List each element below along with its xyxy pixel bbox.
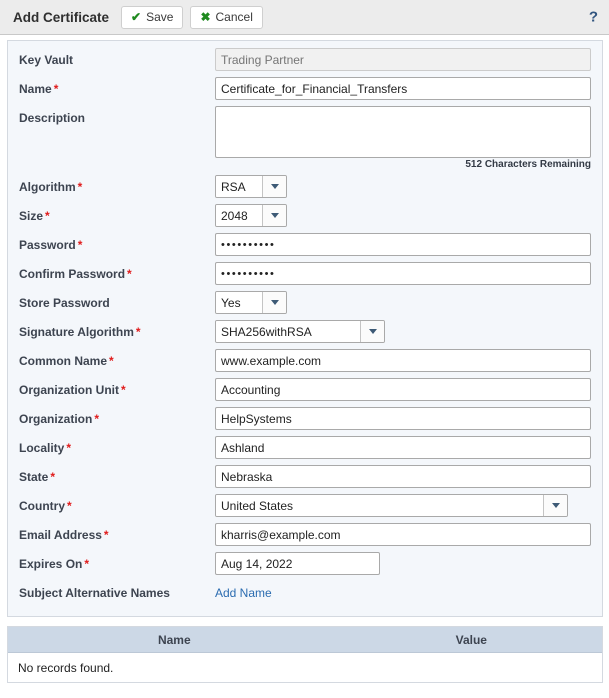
- required-marker: *: [103, 528, 109, 542]
- required-marker: *: [109, 354, 114, 368]
- email-address-label: Email Address *: [19, 528, 109, 542]
- field-row-store-password: Store Password Yes: [8, 291, 602, 315]
- required-marker: *: [135, 325, 141, 339]
- table-row: No records found.: [8, 652, 602, 682]
- state-input[interactable]: [215, 465, 591, 488]
- required-marker: *: [121, 383, 126, 397]
- locality-input[interactable]: [215, 436, 591, 459]
- required-marker: *: [67, 499, 72, 513]
- size-label: Size *: [19, 209, 50, 223]
- name-input[interactable]: [215, 77, 591, 100]
- required-marker: *: [66, 441, 72, 455]
- field-row-confirm-password: Confirm Password *: [8, 262, 602, 286]
- email-address-input[interactable]: [215, 523, 591, 546]
- cancel-button-label: Cancel: [215, 10, 253, 24]
- password-input[interactable]: [215, 233, 591, 256]
- add-name-link[interactable]: Add Name: [215, 581, 272, 600]
- required-marker: *: [77, 180, 83, 194]
- field-row-expires-on: Expires On *: [8, 552, 602, 576]
- password-label: Password *: [19, 238, 83, 252]
- algorithm-select[interactable]: RSA: [215, 175, 287, 198]
- required-marker: *: [127, 267, 132, 281]
- cancel-button[interactable]: ✖ Cancel: [190, 5, 263, 29]
- field-row-description: Description 512 Characters Remaining: [8, 106, 602, 170]
- subject-alternative-names-label: Subject Alternative Names: [19, 586, 170, 600]
- expires-on-label: Expires On *: [19, 557, 90, 571]
- certificate-form: Key Vault Name* Description 512 Characte…: [7, 40, 603, 617]
- expires-on-input[interactable]: [215, 552, 380, 575]
- required-marker: *: [45, 209, 50, 223]
- description-textarea[interactable]: [215, 106, 591, 158]
- store-password-select[interactable]: Yes: [215, 291, 287, 314]
- page-title: Add Certificate: [13, 9, 110, 25]
- common-name-label: Common Name *: [19, 354, 114, 368]
- field-row-subject-alternative-names: Subject Alternative Names Add Name: [8, 581, 602, 605]
- required-marker: *: [84, 557, 90, 571]
- x-icon: ✖: [200, 10, 211, 24]
- save-button-label: Save: [146, 10, 174, 24]
- store-password-select-value: Yes: [216, 292, 264, 313]
- table-header-row: Name Value: [8, 627, 602, 653]
- key-vault-input: [215, 48, 591, 71]
- store-password-label: Store Password: [19, 296, 110, 310]
- toolbar: Add Certificate ✔ Save ✖ Cancel ?: [0, 0, 609, 35]
- required-marker: *: [50, 470, 56, 484]
- chevron-down-icon[interactable]: [361, 321, 384, 342]
- confirm-password-input[interactable]: [215, 262, 591, 285]
- common-name-input[interactable]: [215, 349, 591, 372]
- field-row-email-address: Email Address *: [8, 523, 602, 547]
- save-button[interactable]: ✔ Save: [121, 5, 184, 29]
- state-label: State *: [19, 470, 56, 484]
- country-label: Country *: [19, 499, 72, 513]
- organization-unit-input[interactable]: [215, 378, 591, 401]
- signature-algorithm-select-value: SHA256withRSA: [216, 321, 362, 342]
- organization-label: Organization *: [19, 412, 100, 426]
- confirm-password-label: Confirm Password *: [19, 267, 132, 281]
- algorithm-select-value: RSA: [216, 176, 264, 197]
- field-row-common-name: Common Name *: [8, 349, 602, 373]
- organization-unit-label: Organization Unit *: [19, 383, 126, 397]
- field-row-organization-unit: Organization Unit *: [8, 378, 602, 402]
- subject-alternative-names-table: Name Value No records found.: [7, 626, 603, 683]
- field-row-key-vault: Key Vault: [8, 48, 602, 72]
- chevron-down-icon[interactable]: [263, 176, 286, 197]
- description-char-counter: 512 Characters Remaining: [465, 159, 591, 170]
- column-header-name[interactable]: Name: [8, 627, 341, 653]
- help-icon[interactable]: ?: [589, 10, 598, 25]
- signature-algorithm-label: Signature Algorithm *: [19, 325, 141, 339]
- field-row-locality: Locality *: [8, 436, 602, 460]
- algorithm-label: Algorithm *: [19, 180, 83, 194]
- column-header-value[interactable]: Value: [340, 627, 602, 653]
- country-select[interactable]: United States: [215, 494, 568, 517]
- signature-algorithm-select[interactable]: SHA256withRSA: [215, 320, 385, 343]
- field-row-algorithm: Algorithm * RSA: [8, 175, 602, 199]
- required-marker: *: [53, 82, 59, 96]
- size-select-value: 2048: [216, 205, 264, 226]
- country-select-value: United States: [216, 495, 545, 516]
- required-marker: *: [77, 238, 83, 252]
- size-select[interactable]: 2048: [215, 204, 287, 227]
- field-row-signature-algorithm: Signature Algorithm * SHA256withRSA: [8, 320, 602, 344]
- check-icon: ✔: [131, 10, 142, 24]
- chevron-down-icon[interactable]: [263, 292, 286, 313]
- description-label: Description: [19, 111, 86, 125]
- field-row-password: Password *: [8, 233, 602, 257]
- field-row-organization: Organization *: [8, 407, 602, 431]
- empty-message: No records found.: [8, 652, 602, 682]
- field-row-name: Name *: [8, 77, 602, 101]
- key-vault-label: Key Vault: [19, 53, 74, 67]
- chevron-down-icon[interactable]: [263, 205, 286, 226]
- required-marker: *: [94, 412, 100, 426]
- name-label: Name *: [19, 82, 59, 96]
- field-row-country: Country * United States: [8, 494, 602, 518]
- field-row-size: Size * 2048: [8, 204, 602, 228]
- field-row-state: State *: [8, 465, 602, 489]
- organization-input[interactable]: [215, 407, 591, 430]
- chevron-down-icon[interactable]: [544, 495, 567, 516]
- locality-label: Locality *: [19, 441, 72, 455]
